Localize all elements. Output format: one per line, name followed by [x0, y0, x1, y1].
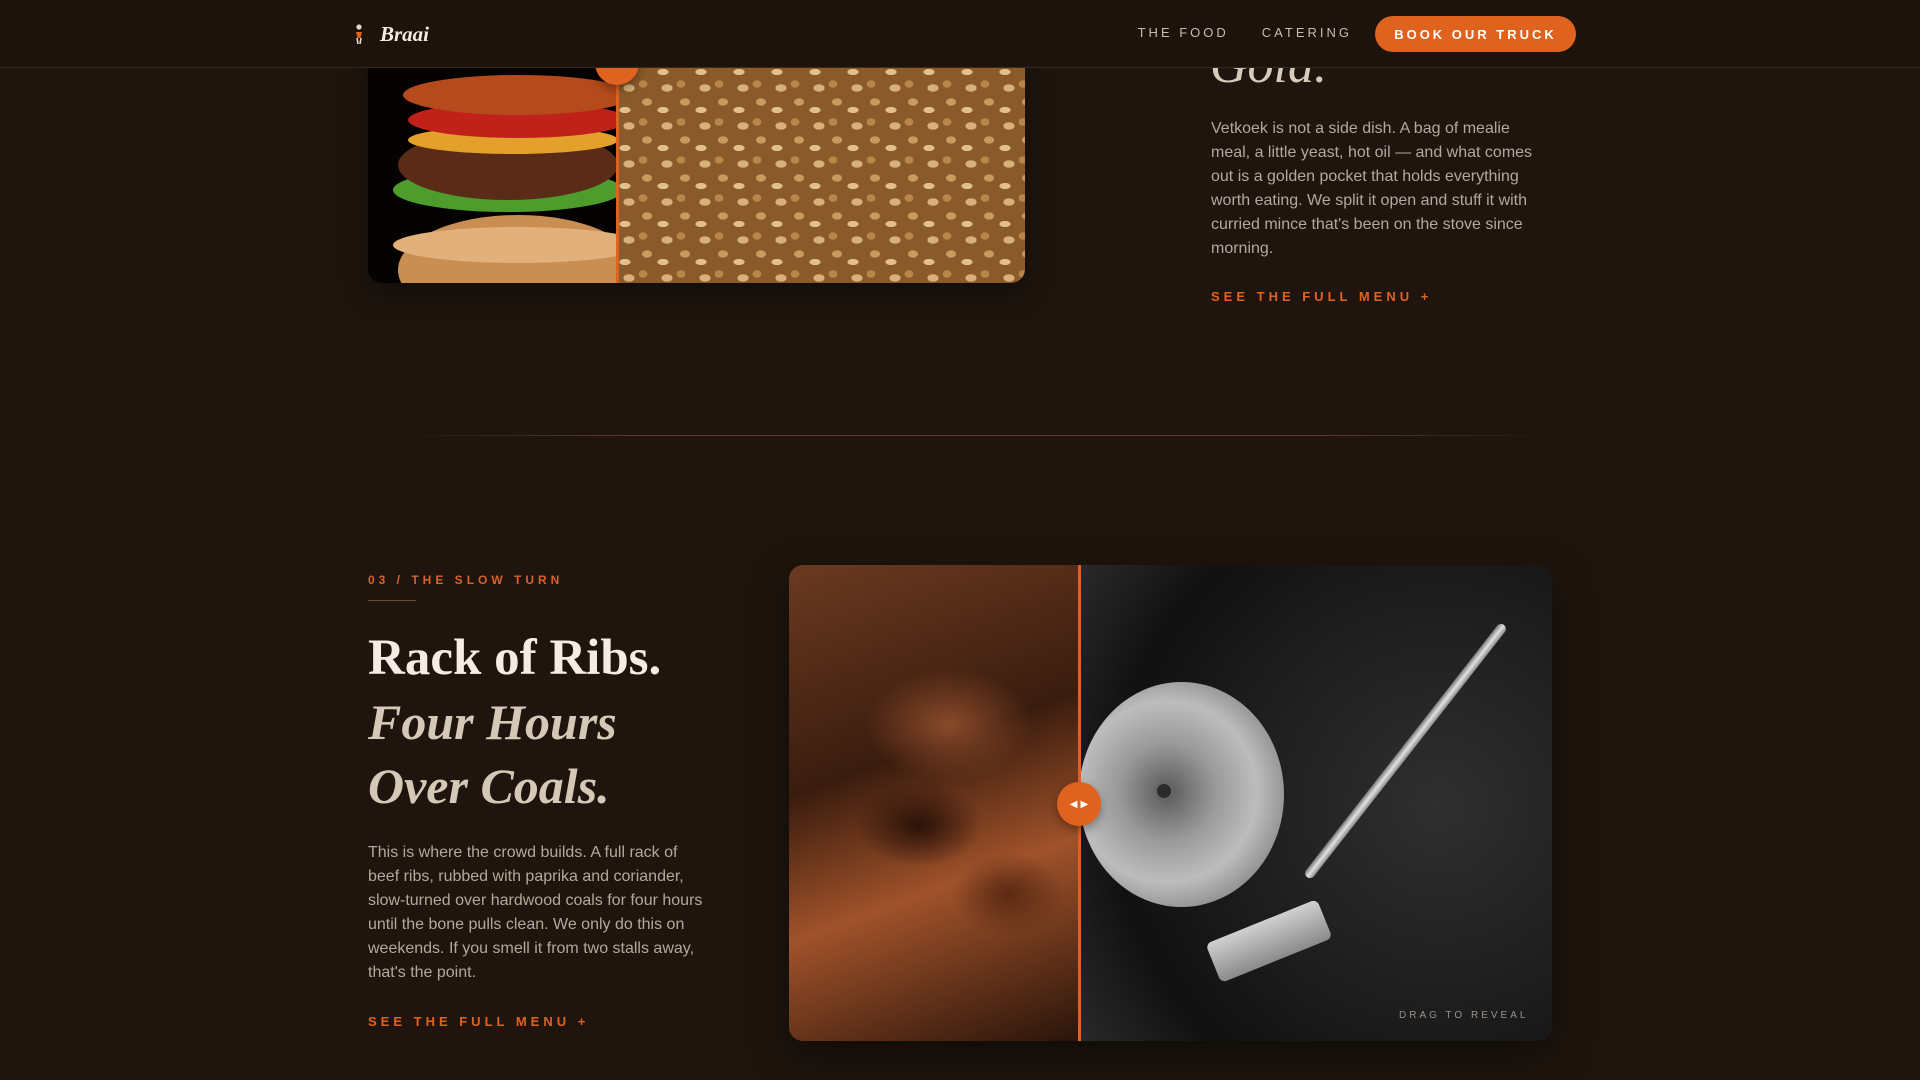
record-platter	[1079, 682, 1284, 907]
image-compare-slider[interactable]: ◀ ▶	[368, 40, 1025, 283]
nav-catering[interactable]: CATERING	[1262, 25, 1352, 40]
see-full-menu-link[interactable]: SEE THE FULL MENU +	[368, 1014, 589, 1029]
headshell	[1205, 899, 1333, 983]
turntable-image: DRAG TO REVEAL	[1079, 565, 1552, 1041]
flame-person-icon	[356, 24, 362, 45]
title-line-1: Rack of Ribs.	[368, 630, 662, 686]
ribs-description: This is where the crowd builds. A full r…	[368, 844, 703, 981]
compare-handle[interactable]: ◀ ▶	[1057, 782, 1101, 826]
section-eyebrow: 03 / THE SLOW TURN	[368, 573, 564, 587]
site-header: Braai THE FOOD CATERING BOOK OUR TRUCK	[0, 0, 1920, 68]
book-truck-button[interactable]: BOOK OUR TRUCK	[1375, 16, 1576, 52]
main-nav: THE FOOD CATERING	[1138, 25, 1352, 40]
wheat-grain-image	[617, 40, 1025, 283]
ribs-image	[789, 565, 1079, 1041]
ribs-title: Rack of Ribs. Four Hours Over Coals.	[368, 626, 788, 818]
title-line-2: Four Hours	[368, 694, 617, 750]
nav-the-food[interactable]: THE FOOD	[1138, 25, 1229, 40]
right-arrow-icon: ▶	[1080, 798, 1089, 810]
section-divider	[400, 435, 1550, 436]
image-compare-slider[interactable]: DRAG TO REVEAL ◀ ▶	[789, 565, 1552, 1041]
burger-image	[368, 40, 643, 283]
vetkoek-description: Vetkoek is not a side dish. A bag of mea…	[1211, 120, 1533, 257]
title-line-3: Over Coals.	[368, 758, 610, 814]
drag-to-reveal-label: DRAG TO REVEAL	[1399, 1010, 1529, 1021]
brand-name: Braai	[380, 21, 430, 46]
burger-illustration	[393, 75, 643, 283]
tonearm	[1303, 621, 1508, 881]
brand-logo[interactable]: Braai	[352, 18, 429, 50]
left-arrow-icon: ◀	[1069, 798, 1078, 810]
eyebrow-rule	[368, 600, 416, 601]
spindle	[1155, 782, 1173, 800]
see-full-menu-link[interactable]: SEE THE FULL MENU +	[1211, 289, 1432, 304]
